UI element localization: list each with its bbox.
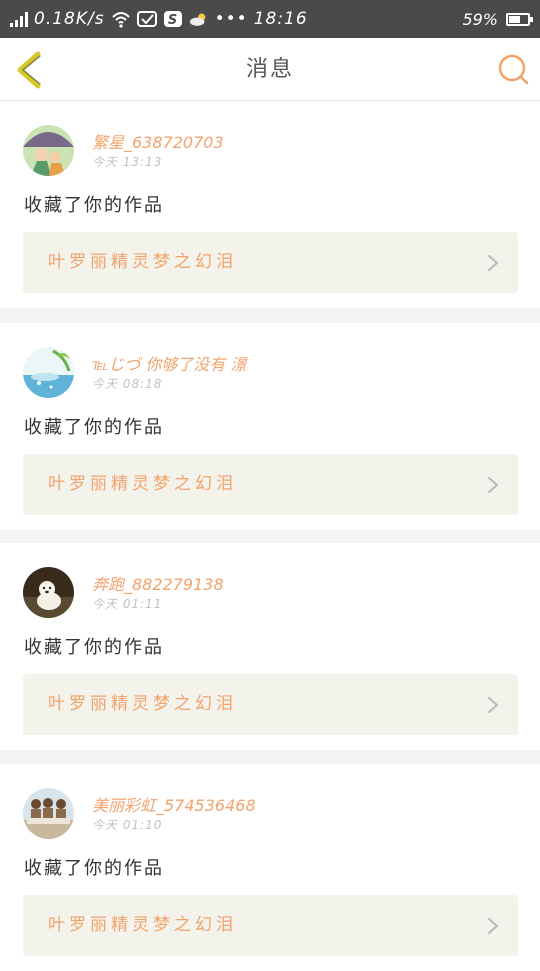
work-link[interactable]: 叶罗丽精灵梦之幻泪 bbox=[23, 232, 518, 293]
notification-card: ℡じづ 你够了没有 澋 今天 08:18 收藏了你的作品 叶罗丽精灵梦之幻泪 bbox=[0, 323, 540, 530]
notification-card: 繁星_638720703 今天 13:13 收藏了你的作品 叶罗丽精灵梦之幻泪 bbox=[0, 101, 540, 308]
work-title: 叶罗丽精灵梦之幻泪 bbox=[48, 474, 237, 494]
work-title: 叶罗丽精灵梦之幻泪 bbox=[48, 252, 237, 272]
username[interactable]: 美丽彩虹_574536468 bbox=[92, 792, 256, 816]
weather-icon bbox=[189, 13, 205, 26]
timestamp: 今天 13:13 bbox=[92, 155, 163, 169]
notification-card: 美丽彩虹_574536468 今天 01:10 收藏了你的作品 叶罗丽精灵梦之幻… bbox=[0, 764, 540, 971]
message-text: 收藏了你的作品 bbox=[24, 195, 164, 216]
username[interactable]: 繁星_638720703 bbox=[92, 129, 224, 153]
wifi-icon bbox=[111, 12, 130, 28]
chevron-right-icon bbox=[488, 255, 498, 271]
chevron-right-icon bbox=[488, 697, 498, 713]
clock: 18:16 bbox=[253, 9, 308, 29]
status-bar: 0.18K/s S ••• 18:16 59% bbox=[0, 0, 540, 38]
battery-icon bbox=[506, 12, 533, 26]
username[interactable]: ℡じづ 你够了没有 澋 bbox=[92, 351, 246, 375]
signal-icon bbox=[10, 11, 28, 27]
avatar[interactable] bbox=[23, 347, 74, 398]
chevron-right-icon bbox=[488, 477, 498, 493]
work-title: 叶罗丽精灵梦之幻泪 bbox=[48, 915, 237, 935]
notification-card: 奔跑_882279138 今天 01:11 收藏了你的作品 叶罗丽精灵梦之幻泪 bbox=[0, 543, 540, 750]
message-text: 收藏了你的作品 bbox=[24, 858, 164, 879]
search-button[interactable] bbox=[496, 52, 530, 86]
timestamp: 今天 01:11 bbox=[92, 597, 163, 611]
svg-text:S: S bbox=[167, 13, 177, 28]
message-text: 收藏了你的作品 bbox=[24, 637, 164, 658]
message-text: 收藏了你的作品 bbox=[24, 417, 164, 438]
work-link[interactable]: 叶罗丽精灵梦之幻泪 bbox=[23, 674, 518, 735]
page-title: 消息 bbox=[245, 57, 294, 82]
timestamp: 今天 01:10 bbox=[92, 818, 163, 832]
battery-percent: 59% bbox=[462, 9, 498, 29]
avatar[interactable] bbox=[23, 567, 74, 618]
timestamp: 今天 08:18 bbox=[92, 377, 163, 391]
work-title: 叶罗丽精灵梦之幻泪 bbox=[48, 694, 237, 714]
message-icon bbox=[136, 11, 157, 27]
username[interactable]: 奔跑_882279138 bbox=[92, 571, 224, 595]
battery-level bbox=[509, 15, 520, 23]
chevron-right-icon bbox=[488, 918, 498, 934]
status-right: 59% bbox=[462, 0, 533, 38]
search-icon bbox=[498, 54, 529, 85]
avatar[interactable] bbox=[23, 788, 74, 839]
s-app-icon: S bbox=[163, 11, 182, 28]
work-link[interactable]: 叶罗丽精灵梦之幻泪 bbox=[23, 895, 518, 956]
header: 消息 bbox=[0, 38, 540, 101]
network-speed: 0.18K/s bbox=[34, 9, 105, 29]
avatar[interactable] bbox=[23, 125, 74, 176]
more-dots-icon: ••• bbox=[214, 9, 248, 29]
status-left: 0.18K/s S ••• 18:16 bbox=[10, 0, 308, 38]
work-link[interactable]: 叶罗丽精灵梦之幻泪 bbox=[23, 454, 518, 515]
